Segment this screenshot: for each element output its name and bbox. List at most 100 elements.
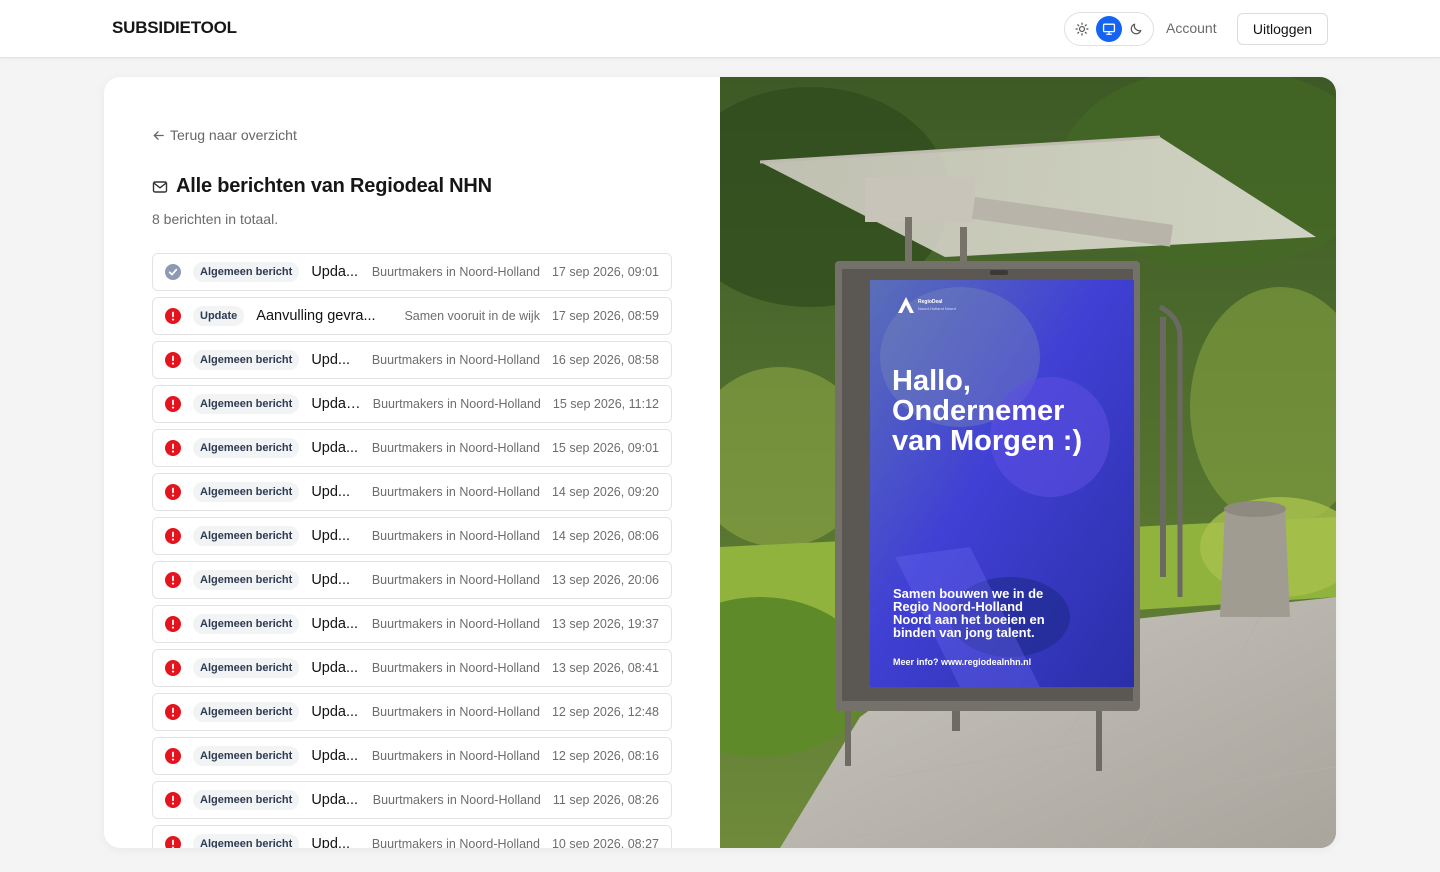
message-subject: Updat... <box>311 396 361 412</box>
message-sender: Buurtmakers in Noord-Holland <box>371 441 540 455</box>
message-row[interactable]: Algemeen bericht Upda... Buurtmakers in No… <box>152 737 672 775</box>
page-title: Alle berichten van Regiodeal NHN <box>176 175 492 197</box>
poster-headline-1: Hallo, <box>892 365 971 397</box>
unread-alert-icon <box>165 704 181 720</box>
message-date: 10 sep 2026, 08:27 <box>551 837 659 848</box>
message-date: 17 sep 2026, 09:01 <box>551 265 659 279</box>
message-date: 16 sep 2026, 08:58 <box>551 353 659 367</box>
message-type-badge: Algemeen bericht <box>193 526 300 546</box>
message-date: 12 sep 2026, 08:16 <box>551 749 659 763</box>
message-row[interactable]: Algemeen bericht Upda... Buurtmakers in No… <box>152 649 672 687</box>
message-sender: Buurtmakers in Noord-Holland <box>371 353 540 367</box>
unread-alert-icon <box>165 792 181 808</box>
message-row[interactable]: Update Aanvulling gevra... Samen vooruit i… <box>152 297 672 335</box>
message-date: 13 sep 2026, 19:37 <box>551 617 659 631</box>
top-bar: SUBSIDIETOOL Account Uitloggen <box>0 0 1440 58</box>
message-type-badge: Update <box>193 306 245 326</box>
message-subject: Upd... <box>311 572 350 588</box>
unread-alert-icon <box>165 836 181 848</box>
unread-alert-icon <box>165 616 181 632</box>
campaign-photo: RegioDeal Noord-Holland Noord Hallo, Ond… <box>720 77 1336 848</box>
message-subject: Upda... <box>311 660 359 676</box>
message-date: 15 sep 2026, 11:12 <box>552 397 659 411</box>
message-row[interactable]: Algemeen bericht Upd... Buurtmakers in Noo… <box>152 473 672 511</box>
read-check-icon <box>165 264 181 280</box>
moon-icon[interactable] <box>1123 16 1149 42</box>
message-row[interactable]: Algemeen bericht Upda... Buurtmakers in No… <box>152 693 672 731</box>
mail-icon <box>152 180 168 193</box>
back-link[interactable]: Terug naar overzicht <box>152 127 297 143</box>
unread-alert-icon <box>165 440 181 456</box>
message-date: 12 sep 2026, 12:48 <box>551 705 659 719</box>
page-heading: Alle berichten van Regiodeal NHN <box>152 175 492 198</box>
message-sender: Buurtmakers in Noord-Holland <box>371 617 540 631</box>
message-type-badge: Algemeen bericht <box>193 658 300 678</box>
message-subject: Upda... <box>311 792 359 808</box>
message-date: 15 sep 2026, 09:01 <box>551 441 659 455</box>
sun-icon[interactable] <box>1069 16 1095 42</box>
message-subject: Upda... <box>311 704 359 720</box>
message-sender: Buurtmakers in Noord-Holland <box>371 529 540 543</box>
message-date: 13 sep 2026, 20:06 <box>551 573 659 587</box>
poster-headline-3: van Morgen :) <box>892 425 1082 457</box>
unread-alert-icon <box>165 660 181 676</box>
message-sender: Buurtmakers in Noord-Holland <box>371 837 540 848</box>
message-type-badge: Algemeen bericht <box>193 262 300 282</box>
message-sender: Buurtmakers in Noord-Holland <box>371 661 540 675</box>
poster-headline-2: Ondernemer <box>892 395 1064 427</box>
message-row[interactable]: Algemeen bericht Upda... Buurtmakers in No… <box>152 781 672 819</box>
messages-pane: Terug naar overzicht Alle berichten van … <box>104 77 720 848</box>
message-row[interactable]: Algemeen bericht Upd... Buurtmakers in Noo… <box>152 825 672 848</box>
logout-button[interactable]: Uitloggen <box>1237 13 1328 45</box>
message-row[interactable]: Algemeen bericht Upd... Buurtmakers in Noo… <box>152 517 672 555</box>
bus-shelter-illustration: RegioDeal Noord-Holland Noord Hallo, Ond… <box>720 77 1336 848</box>
message-type-badge: Algemeen bericht <box>193 482 300 502</box>
message-date: 13 sep 2026, 08:41 <box>551 661 659 675</box>
unread-alert-icon <box>165 748 181 764</box>
message-type-badge: Algemeen bericht <box>193 746 300 766</box>
message-count: 8 berichten in totaal. <box>152 211 279 227</box>
message-date: 11 sep 2026, 08:26 <box>552 793 659 807</box>
message-subject: Upd... <box>311 836 350 848</box>
message-date: 14 sep 2026, 08:06 <box>551 529 659 543</box>
poster-logo-subtext: Noord-Holland Noord <box>918 306 956 311</box>
message-type-badge: Algemeen bericht <box>193 438 300 458</box>
message-type-badge: Algemeen bericht <box>193 394 300 414</box>
arrow-left-icon <box>153 130 164 140</box>
message-row[interactable]: Algemeen bericht Upda... Buurtmakers in No… <box>152 253 672 291</box>
message-row[interactable]: Algemeen bericht Upda... Buurtmakers in No… <box>152 429 672 467</box>
brand-logo[interactable]: SUBSIDIETOOL <box>112 18 237 38</box>
message-subject: Upd... <box>311 352 350 368</box>
message-type-badge: Algemeen bericht <box>193 350 300 370</box>
message-sender: Buurtmakers in Noord-Holland <box>372 397 541 411</box>
poster-logo-text: RegioDeal <box>918 299 943 305</box>
monitor-icon[interactable] <box>1096 16 1122 42</box>
message-sender: Samen vooruit in de wijk <box>404 309 540 323</box>
message-sender: Buurtmakers in Noord-Holland <box>371 705 540 719</box>
messages-card: Terug naar overzicht Alle berichten van … <box>104 77 1336 848</box>
message-subject: Upda... <box>311 748 359 764</box>
message-sender: Buurtmakers in Noord-Holland <box>372 793 541 807</box>
message-row[interactable]: Algemeen bericht Upd... Buurtmakers in Noo… <box>152 341 672 379</box>
message-sender: Buurtmakers in Noord-Holland <box>371 485 540 499</box>
message-subject: Upda... <box>311 264 359 280</box>
message-subject: Upda... <box>311 440 359 456</box>
message-subject: Upd... <box>311 528 350 544</box>
message-subject: Aanvulling gevra... <box>256 308 376 324</box>
message-date: 17 sep 2026, 08:59 <box>551 309 659 323</box>
account-link[interactable]: Account <box>1166 20 1217 36</box>
unread-alert-icon <box>165 352 181 368</box>
unread-alert-icon <box>165 396 181 412</box>
message-sender: Buurtmakers in Noord-Holland <box>371 265 540 279</box>
message-row[interactable]: Algemeen bericht Upda... Buurtmakers in No… <box>152 605 672 643</box>
unread-alert-icon <box>165 484 181 500</box>
message-row[interactable]: Algemeen bericht Upd... Buurtmakers in Noo… <box>152 561 672 599</box>
message-type-badge: Algemeen bericht <box>193 834 300 848</box>
message-list: Algemeen bericht Upda... Buurtmakers in No… <box>152 253 672 848</box>
message-row[interactable]: Algemeen bericht Updat... Buurtmakers in N… <box>152 385 672 423</box>
back-link-label: Terug naar overzicht <box>170 127 297 143</box>
unread-alert-icon <box>165 528 181 544</box>
poster-body-4: binden van jong talent. <box>893 625 1035 640</box>
message-type-badge: Algemeen bericht <box>193 570 300 590</box>
unread-alert-icon <box>165 572 181 588</box>
